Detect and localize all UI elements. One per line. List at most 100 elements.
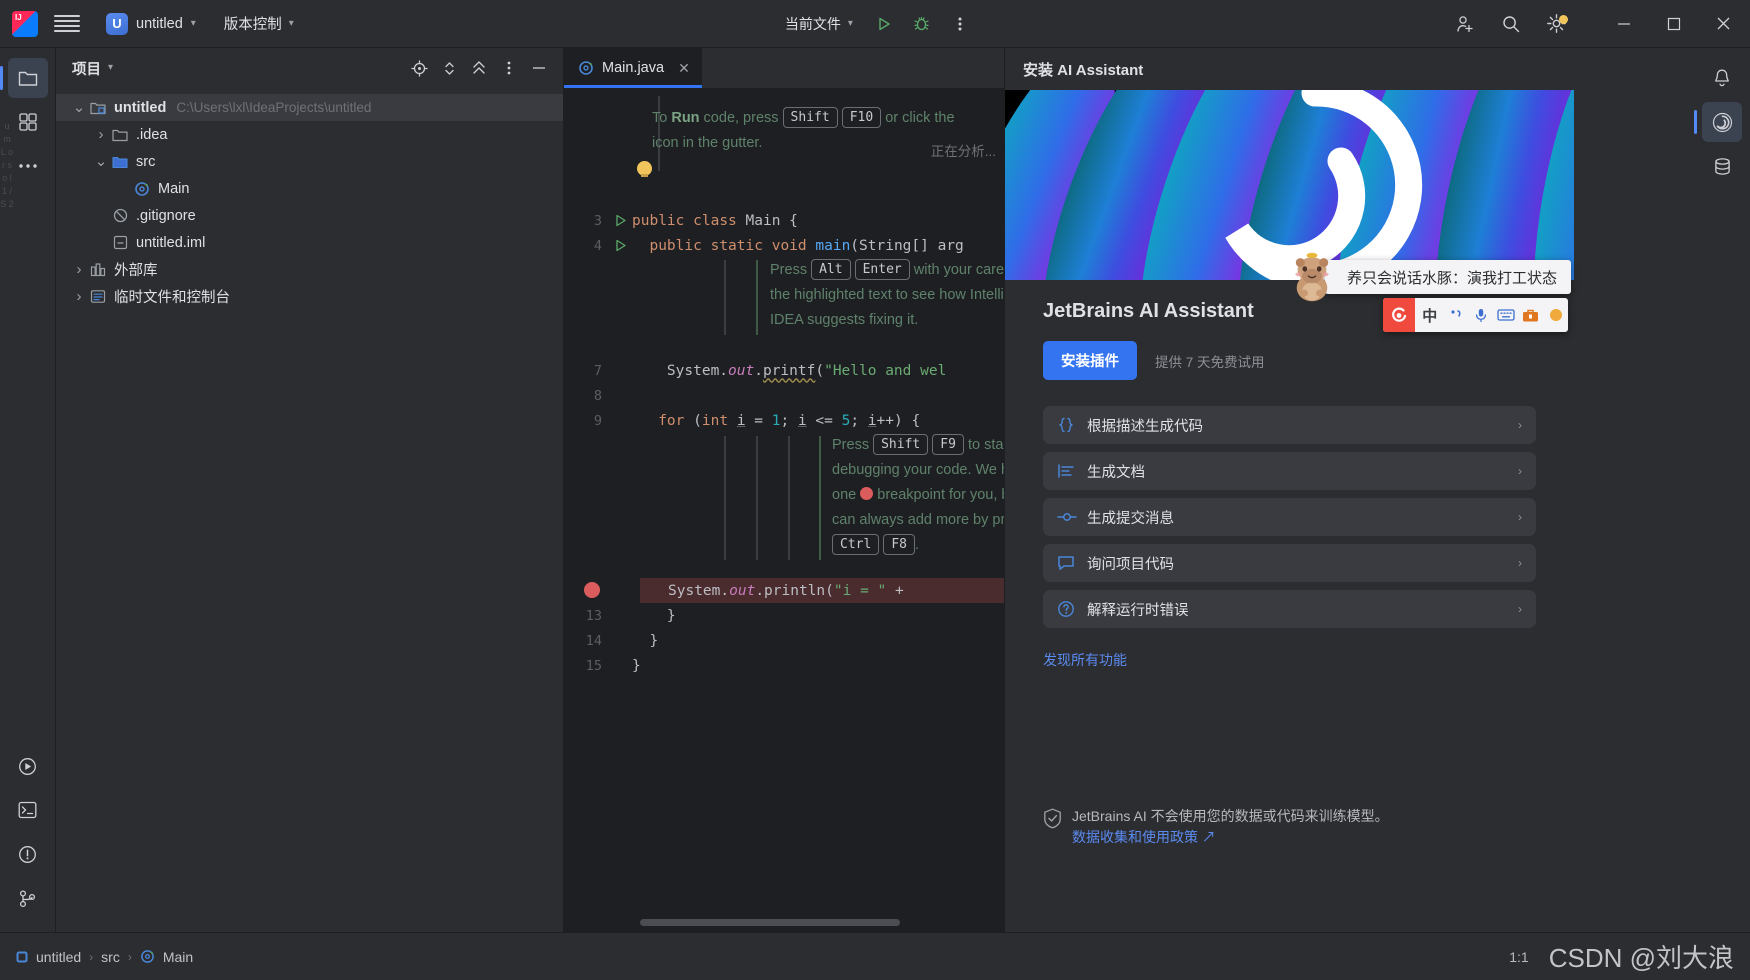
- ai-feature-item-2[interactable]: 生成提交消息 ›: [1043, 498, 1536, 536]
- kbd-shift: Shift: [782, 107, 838, 128]
- chevron-down-icon[interactable]: ▾: [108, 63, 113, 73]
- capybara-tooltip[interactable]: 养只会说话水豚：演我打工状态: [1285, 250, 1572, 304]
- hint-text: To: [652, 110, 672, 126]
- code-editor[interactable]: 正在分析... To Run code, press Shift F10 or …: [564, 88, 1004, 932]
- java-class-icon: [140, 950, 154, 963]
- chevron-right-icon[interactable]: ›: [92, 126, 110, 143]
- editor-horizontal-scrollbar[interactable]: [640, 919, 900, 926]
- ai-privacy-footer: JetBrains AI 不会使用您的数据或代码来训练模型。 数据收集和使用政策…: [1043, 806, 1543, 848]
- run-configuration-selector[interactable]: 当前文件 ▾: [775, 9, 863, 39]
- ime-punctuation-button[interactable]: [1444, 298, 1469, 332]
- ai-feature-item-0[interactable]: 根据描述生成代码 ›: [1043, 406, 1536, 444]
- tree-node-[interactable]: › 外部库: [56, 256, 563, 283]
- ime-keyboard-button[interactable]: [1494, 298, 1519, 332]
- tree-node-untitlediml[interactable]: untitled.iml: [56, 229, 563, 256]
- hint-text: one: [832, 487, 861, 503]
- toolbox-icon: [1523, 309, 1539, 321]
- tree-node-gitignore[interactable]: .gitignore: [56, 202, 563, 229]
- sidebar-item-project[interactable]: [0, 58, 48, 98]
- install-plugin-button[interactable]: 安装插件: [1043, 341, 1137, 380]
- tree-node-[interactable]: › 临时文件和控制台: [56, 283, 563, 310]
- discover-all-features-link[interactable]: 发现所有功能: [1043, 650, 1536, 670]
- sidebar-item-problems[interactable]: [8, 834, 48, 874]
- ime-microphone-button[interactable]: [1469, 298, 1494, 332]
- capybara-mascot-icon: [1295, 252, 1329, 302]
- intellij-idea-logo: [12, 10, 38, 37]
- free-trial-note: 提供 7 天免费试用: [1155, 354, 1265, 370]
- search-everywhere-button[interactable]: [1494, 9, 1528, 39]
- debug-button[interactable]: [905, 9, 939, 39]
- code-line-7: 7 System.out.printf("Hello and wel: [564, 358, 1004, 383]
- external-libraries-icon: [88, 262, 108, 277]
- options-menu-button[interactable]: [495, 54, 523, 82]
- source-folder-icon: [110, 155, 130, 169]
- chevron-right-icon[interactable]: ›: [70, 261, 88, 278]
- account-button[interactable]: [1448, 9, 1482, 39]
- editor-tab-main-java[interactable]: Main.java ✕: [564, 48, 702, 88]
- ime-toolbox-button[interactable]: [1518, 298, 1543, 332]
- lightbulb-icon[interactable]: [637, 161, 652, 177]
- hide-panel-button[interactable]: [525, 54, 553, 82]
- notifications-bell-icon: [1715, 69, 1729, 87]
- breadcrumb-separator: ›: [127, 949, 132, 964]
- close-window-button[interactable]: [1700, 1, 1748, 47]
- breakpoint-icon: [860, 487, 874, 500]
- vcs-menu-button[interactable]: 版本控制 ▾: [214, 9, 304, 38]
- tree-node-main[interactable]: Main: [56, 175, 563, 202]
- notifications-button[interactable]: [1702, 58, 1742, 98]
- breadcrumb-item-main[interactable]: Main: [140, 949, 193, 965]
- tree-node-idea[interactable]: › .idea: [56, 121, 563, 148]
- ime-mode-button[interactable]: 中: [1415, 298, 1444, 332]
- vcs-label: 版本控制: [223, 17, 282, 33]
- select-opened-file-button[interactable]: [405, 54, 433, 82]
- ai-feature-item-4[interactable]: 解释运行时错误 ›: [1043, 590, 1536, 628]
- chevron-right-icon: ›: [1518, 510, 1522, 524]
- data-policy-link[interactable]: 数据收集和使用政策 ↗: [1072, 827, 1389, 848]
- right-tool-rail: [1574, 48, 1750, 932]
- tree-node-src[interactable]: ⌄ src: [56, 148, 563, 175]
- hint-text: with your caret at: [913, 262, 1004, 278]
- sidebar-item-git[interactable]: [8, 878, 48, 918]
- settings-button[interactable]: [1540, 9, 1574, 39]
- code-line-8: 8: [564, 383, 1004, 408]
- run-button[interactable]: [867, 9, 901, 39]
- code-text: public class Main {: [632, 212, 798, 229]
- options-menu-icon: [507, 61, 511, 75]
- line-number: 3: [593, 212, 602, 229]
- line-number: 14: [585, 632, 602, 649]
- breadcrumb-item-src[interactable]: src: [101, 949, 120, 965]
- add-user-icon: [1457, 15, 1473, 32]
- sogou-ime-logo[interactable]: [1383, 298, 1416, 332]
- ime-menu-button[interactable]: [1543, 298, 1568, 332]
- gutter-run-icon[interactable]: [608, 239, 632, 252]
- tree-node-label: 外部库: [114, 263, 158, 279]
- search-icon: [1503, 15, 1520, 32]
- chevron-right-icon: ›: [1518, 602, 1522, 616]
- database-button[interactable]: [1702, 146, 1742, 186]
- project-selector[interactable]: U untitled ▾: [98, 9, 204, 39]
- ai-feature-item-1[interactable]: 生成文档 ›: [1043, 452, 1536, 490]
- code-text: }: [632, 657, 641, 674]
- hamburger-menu-icon[interactable]: [54, 13, 80, 35]
- chevron-right-icon[interactable]: ›: [70, 288, 88, 305]
- gutter-run-icon[interactable]: [608, 214, 632, 227]
- caret-position[interactable]: 1:1: [1509, 949, 1528, 965]
- chevron-down-icon[interactable]: ⌄: [70, 100, 88, 115]
- expand-collapse-button[interactable]: [435, 54, 463, 82]
- line-number: 8: [593, 387, 602, 404]
- minimize-window-button[interactable]: [1600, 1, 1648, 47]
- breadcrumb-item-project[interactable]: untitled: [16, 949, 81, 965]
- collapse-all-button[interactable]: [465, 54, 493, 82]
- more-actions-button[interactable]: [943, 9, 977, 39]
- ai-feature-item-3[interactable]: 询问项目代码 ›: [1043, 544, 1536, 582]
- hint-text: or click the: [881, 110, 955, 126]
- close-icon[interactable]: ✕: [678, 60, 690, 77]
- chevron-down-icon[interactable]: ⌄: [92, 154, 110, 169]
- page-title: 项目: [72, 61, 101, 78]
- ai-assistant-button[interactable]: [1694, 102, 1742, 142]
- project-tree[interactable]: ⌄ untitled C:\Users\lxl\IdeaProjects\untit…: [56, 88, 563, 310]
- folder-icon: [110, 128, 130, 142]
- tree-node-untitled[interactable]: ⌄ untitled C:\Users\lxl\IdeaProjects\untit…: [56, 94, 563, 121]
- git-tool-icon: [19, 889, 36, 907]
- maximize-window-button[interactable]: [1650, 1, 1698, 47]
